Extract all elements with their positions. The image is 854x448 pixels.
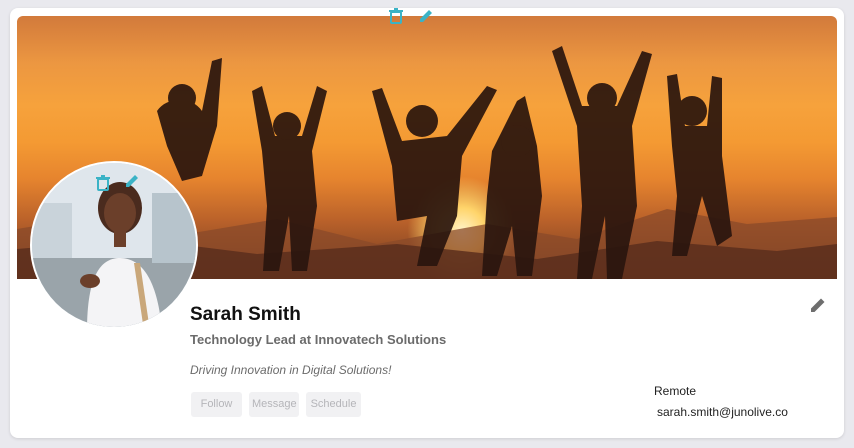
cover-edit-icon[interactable]	[417, 7, 435, 25]
cover-delete-icon[interactable]	[387, 7, 405, 25]
follow-button[interactable]: Follow	[191, 392, 242, 417]
profile-edit-icon[interactable]	[808, 295, 828, 315]
avatar-edit-icon[interactable]	[123, 172, 141, 190]
message-button[interactable]: Message	[249, 392, 299, 417]
profile-name: Sarah Smith	[190, 304, 301, 325]
profile-tagline: Driving Innovation in Digital Solutions!	[190, 363, 392, 377]
schedule-button[interactable]: Schedule	[306, 392, 361, 417]
avatar-photo	[32, 163, 196, 327]
avatar	[30, 161, 198, 329]
profile-location: Remote	[654, 384, 697, 398]
profile-email[interactable]: sarah.smith@junolive.co	[657, 405, 788, 419]
avatar-delete-icon[interactable]	[94, 174, 112, 192]
profile-title: Technology Lead at Innovatech Solutions	[190, 332, 447, 347]
